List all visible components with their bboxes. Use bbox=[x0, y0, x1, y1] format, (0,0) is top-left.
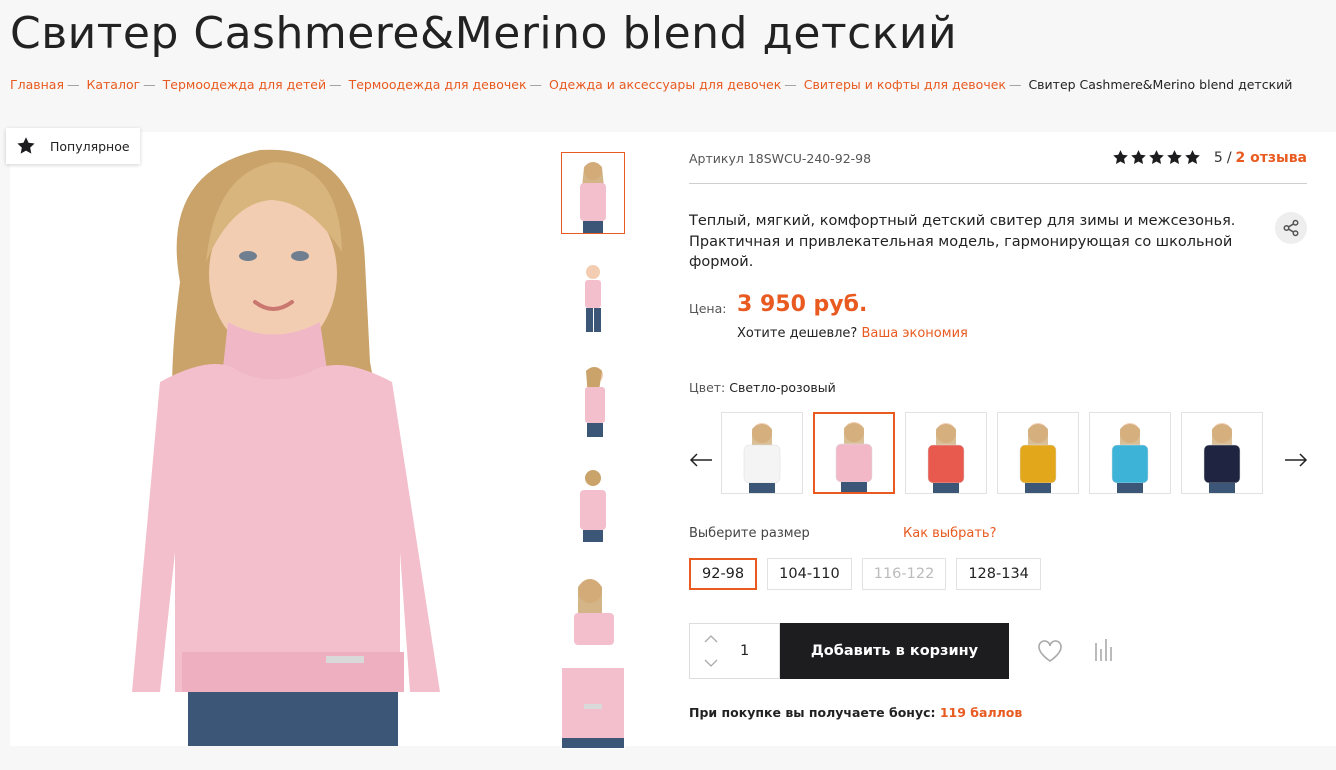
arrow-left-icon bbox=[689, 453, 712, 467]
thumbnail-list bbox=[561, 152, 625, 770]
product-sku: Артикул 18SWCU-240-92-98 bbox=[689, 151, 872, 166]
swatch-prev-button[interactable] bbox=[689, 448, 713, 472]
size-label: Выберите размер bbox=[689, 526, 810, 541]
size-guide-link[interactable]: Как выбрать? bbox=[903, 526, 996, 541]
rating-star-icon bbox=[1185, 150, 1200, 164]
color-swatches bbox=[721, 412, 1263, 494]
star-icon bbox=[17, 137, 35, 154]
compare-icon bbox=[1095, 639, 1112, 661]
chevron-down-icon bbox=[704, 659, 718, 667]
rating-star-icon bbox=[1167, 150, 1182, 164]
bonus-points: 119 баллов bbox=[939, 705, 1023, 720]
color-swatch-5[interactable] bbox=[1089, 412, 1171, 494]
thumbnail-3[interactable] bbox=[561, 358, 625, 440]
color-swatch-3[interactable] bbox=[905, 412, 987, 494]
breadcrumb-link-catalog[interactable]: Каталог bbox=[86, 77, 140, 92]
add-to-cart-button[interactable]: Добавить в корзину bbox=[780, 623, 1009, 679]
breadcrumb-link-thermo-kids[interactable]: Термоодежда для детей bbox=[163, 77, 326, 92]
bonus-info: При покупке вы получаете бонус: 119 балл… bbox=[689, 705, 1022, 720]
thumbnail-2[interactable] bbox=[561, 255, 625, 337]
rating-stars bbox=[1112, 149, 1201, 166]
color-swatch-2[interactable] bbox=[813, 412, 895, 494]
color-row: Цвет: Светло-розовый bbox=[689, 380, 836, 395]
quantity-stepper: 1 bbox=[689, 623, 780, 679]
thumbnail-1[interactable] bbox=[561, 152, 625, 234]
divider bbox=[689, 183, 1307, 184]
quantity-decrease-button[interactable] bbox=[702, 656, 720, 670]
breadcrumb-current: Свитер Cashmere&Merino blend детский bbox=[1028, 77, 1293, 92]
price-value: 3 950 руб. bbox=[737, 292, 868, 317]
color-swatch-6[interactable] bbox=[1181, 412, 1263, 494]
rating-star-icon bbox=[1131, 150, 1146, 164]
size-options: 92-98 104-110 116-122 128-134 bbox=[689, 558, 1041, 590]
share-icon bbox=[1283, 219, 1299, 237]
page-title: Свитер Cashmere&Merino blend детский bbox=[10, 8, 958, 59]
cheaper-text: Хотите дешевле? bbox=[737, 326, 858, 341]
size-option-104-110[interactable]: 104-110 bbox=[767, 558, 852, 590]
thumbnail-4[interactable] bbox=[561, 461, 625, 543]
breadcrumb-link-sweaters-girls[interactable]: Свитеры и кофты для девочек bbox=[804, 77, 1006, 92]
popular-badge-label: Популярное bbox=[50, 138, 130, 154]
size-option-92-98[interactable]: 92-98 bbox=[689, 558, 758, 590]
quantity-increase-button[interactable] bbox=[702, 632, 720, 646]
arrow-right-icon bbox=[1285, 453, 1308, 467]
rating-star-icon bbox=[1113, 150, 1128, 164]
thumbnail-5[interactable] bbox=[561, 564, 625, 646]
share-button[interactable] bbox=[1275, 212, 1307, 244]
color-label: Цвет: bbox=[689, 380, 726, 395]
size-option-116-122[interactable]: 116-122 bbox=[861, 558, 947, 590]
rating-star-icon bbox=[1149, 150, 1164, 164]
heart-icon bbox=[1038, 640, 1062, 662]
bonus-text: При покупке вы получаете бонус: bbox=[689, 705, 936, 720]
color-swatch-1[interactable] bbox=[721, 412, 803, 494]
breadcrumb-link-home[interactable]: Главная bbox=[10, 77, 64, 92]
favorite-button[interactable] bbox=[1037, 639, 1063, 667]
popular-badge: Популярное bbox=[6, 128, 140, 164]
thumbnail-6[interactable] bbox=[561, 667, 625, 749]
breadcrumb: Главная — Каталог — Термоодежда для детей —… bbox=[10, 77, 1293, 92]
main-product-image[interactable] bbox=[10, 132, 555, 746]
savings-link[interactable]: Ваша экономия bbox=[861, 326, 967, 341]
breadcrumb-link-clothes-girls[interactable]: Одежда и аксессуары для девочек bbox=[549, 77, 781, 92]
color-value: Светло-розовый bbox=[729, 380, 836, 395]
compare-button[interactable] bbox=[1094, 639, 1114, 665]
size-option-128-134[interactable]: 128-134 bbox=[956, 558, 1041, 590]
swatch-next-button[interactable] bbox=[1284, 448, 1308, 472]
reviews-link[interactable]: 2 отзыва bbox=[1236, 150, 1307, 166]
cheaper-offer: Хотите дешевле? Ваша экономия bbox=[737, 326, 968, 341]
product-description: Теплый, мягкий, комфортный детский свите… bbox=[689, 213, 1236, 270]
product-rating: 5 / 2 отзыва bbox=[1112, 149, 1307, 166]
rating-value: 5 bbox=[1213, 149, 1223, 166]
color-swatch-4[interactable] bbox=[997, 412, 1079, 494]
breadcrumb-link-thermo-girls[interactable]: Термоодежда для девочек bbox=[349, 77, 527, 92]
chevron-up-icon bbox=[704, 635, 718, 643]
price-label: Цена: bbox=[689, 301, 727, 316]
quantity-input[interactable]: 1 bbox=[740, 643, 749, 659]
